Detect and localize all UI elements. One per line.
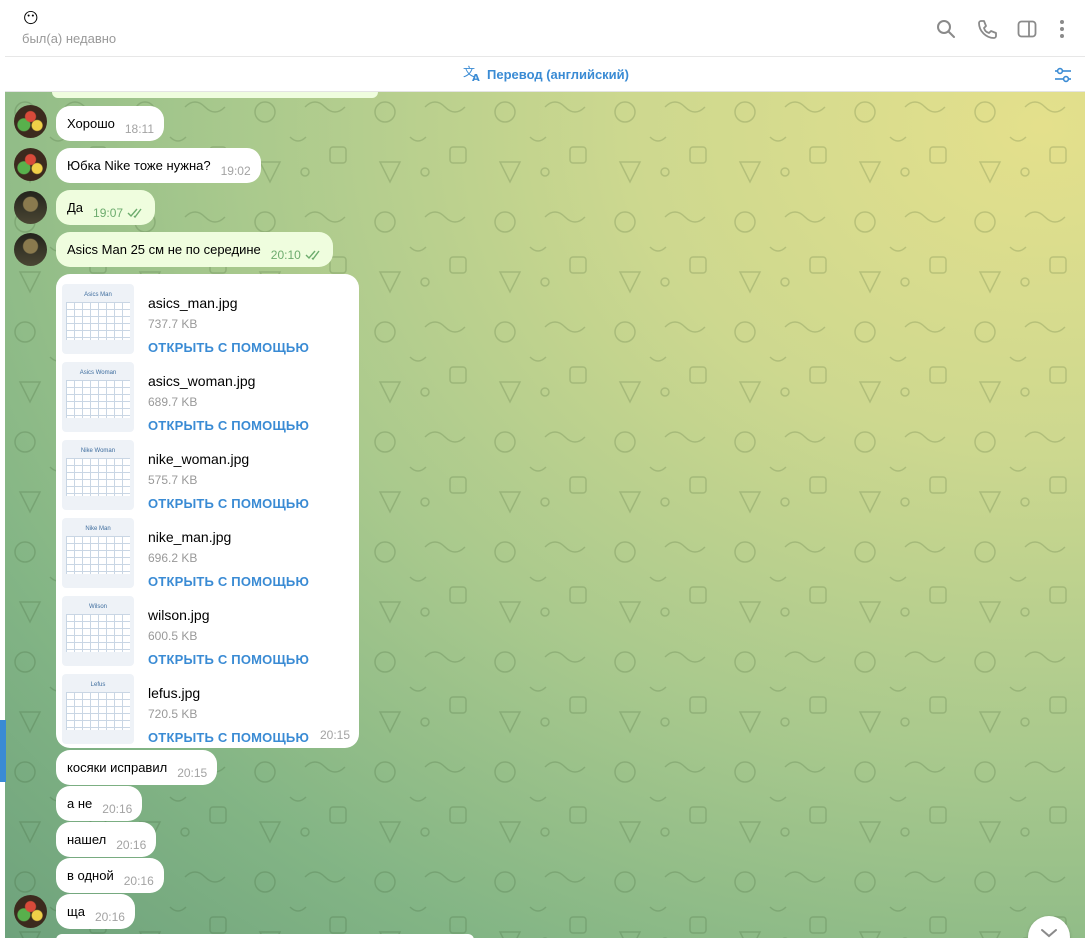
message-text: Да <box>67 200 84 215</box>
file-attachment[interactable]: Nike Woman nike_woman.jpg 575.7 KB ОТКРЫ… <box>62 440 352 511</box>
message-bubble[interactable]: Хорошо 18:11 <box>56 106 165 141</box>
file-attachment[interactable]: Nike Man nike_man.jpg 696.2 KB ОТКРЫТЬ С… <box>62 518 352 589</box>
message-text: в одной <box>67 868 114 883</box>
file-name: lefus.jpg <box>148 685 201 701</box>
message-bubble-outgoing[interactable]: Да 19:07 <box>56 190 156 225</box>
message-bubble[interactable]: в одной 20:16 <box>56 858 164 893</box>
message-bubble[interactable]: ща 20:16 <box>56 894 135 929</box>
file-attachment[interactable]: Lefus lefus.jpg 720.5 KB ОТКРЫТЬ С ПОМОЩ… <box>62 674 352 745</box>
file-thumbnail[interactable]: Wilson <box>62 596 134 666</box>
message-time: 20:16 <box>123 873 154 888</box>
file-name: nike_man.jpg <box>148 529 232 545</box>
thumbnail-title: Lefus <box>90 682 106 688</box>
message-time: 18:11 <box>124 121 155 136</box>
file-attachment[interactable]: Asics Man asics_man.jpg 737.7 KB ОТКРЫТЬ… <box>62 284 352 355</box>
translate-icon: 文A <box>463 64 483 85</box>
more-icon[interactable] <box>1051 18 1073 40</box>
translate-settings-icon[interactable] <box>1053 65 1073 85</box>
file-name: wilson.jpg <box>148 607 210 623</box>
open-with-link[interactable]: ОТКРЫТЬ С ПОМОЩЬЮ <box>148 652 309 667</box>
file-size: 696.2 KB <box>148 551 198 565</box>
avatar[interactable] <box>14 191 47 224</box>
message-time: 19:02 <box>220 163 251 178</box>
file-size: 720.5 KB <box>148 707 198 721</box>
contact-status: был(а) недавно <box>22 31 117 46</box>
message-time: 20:10 <box>270 247 301 262</box>
message-bubble[interactable]: а не 20:16 <box>56 786 143 821</box>
avatar[interactable] <box>14 148 47 181</box>
translate-button[interactable]: 文A Перевод (английский) <box>463 64 629 85</box>
avatar[interactable] <box>14 895 47 928</box>
translate-label: Перевод (английский) <box>487 66 629 82</box>
partial-message-top <box>52 92 378 98</box>
double-check-icon <box>305 250 320 260</box>
file-thumbnail[interactable]: Asics Man <box>62 284 134 354</box>
file-size: 575.7 KB <box>148 473 198 487</box>
partial-message-bottom <box>56 934 474 938</box>
open-with-link[interactable]: ОТКРЫТЬ С ПОМОЩЬЮ <box>148 496 309 511</box>
message-text: Хорошо <box>67 116 115 131</box>
file-thumbnail[interactable]: Nike Woman <box>62 440 134 510</box>
chat-header: 😶 был(а) недавно <box>5 0 1085 57</box>
thumbnail-title: Asics Woman <box>79 370 117 376</box>
file-name: nike_woman.jpg <box>148 451 250 467</box>
message-bubble[interactable]: нашел 20:16 <box>56 822 157 857</box>
message-text: ща <box>67 904 85 919</box>
message-text: а не <box>67 796 93 811</box>
svg-text:A: A <box>472 73 480 82</box>
file-name: asics_woman.jpg <box>148 373 256 389</box>
message-text: косяки исправил <box>67 760 168 775</box>
open-with-link[interactable]: ОТКРЫТЬ С ПОМОЩЬЮ <box>148 574 309 589</box>
file-attachment[interactable]: Asics Woman asics_woman.jpg 689.7 KB ОТК… <box>62 362 352 433</box>
message-time: 19:07 <box>93 205 124 220</box>
search-icon[interactable] <box>935 18 957 40</box>
file-size: 689.7 KB <box>148 395 198 409</box>
thumbnail-title: Wilson <box>88 604 107 610</box>
file-attachment[interactable]: Wilson wilson.jpg 600.5 KB ОТКРЫТЬ С ПОМ… <box>62 596 352 667</box>
message-text: Asics Man 25 см не по середине <box>67 242 261 257</box>
thumbnail-title: Asics Man <box>84 292 112 298</box>
message-bubble-outgoing[interactable]: Asics Man 25 см не по середине 20:10 <box>56 232 333 267</box>
double-check-icon <box>127 208 142 218</box>
file-thumbnail[interactable]: Lefus <box>62 674 134 744</box>
file-thumbnail[interactable]: Asics Woman <box>62 362 134 432</box>
open-with-link[interactable]: ОТКРЫТЬ С ПОМОЩЬЮ <box>148 418 309 433</box>
sidebar-icon[interactable] <box>1016 18 1038 40</box>
file-name: asics_man.jpg <box>148 295 238 311</box>
message-time: 20:15 <box>319 728 350 742</box>
translate-bar: 文A Перевод (английский) <box>5 57 1085 92</box>
message-bubble[interactable]: косяки исправил 20:15 <box>56 750 218 785</box>
file-thumbnail[interactable]: Nike Man <box>62 518 134 588</box>
file-size: 600.5 KB <box>148 629 198 643</box>
message-text: Юбка Nike тоже нужна? <box>67 158 211 173</box>
file-group-message: Asics Man asics_man.jpg 737.7 KB ОТКРЫТЬ… <box>56 274 359 748</box>
phone-icon[interactable] <box>976 18 998 40</box>
chevron-down-icon <box>1041 929 1057 938</box>
left-accent-bar <box>0 720 6 782</box>
message-bubble[interactable]: Юбка Nike тоже нужна? 19:02 <box>56 148 261 183</box>
message-text: нашел <box>67 832 107 847</box>
open-with-link[interactable]: ОТКРЫТЬ С ПОМОЩЬЮ <box>148 340 309 355</box>
message-time: 20:16 <box>102 801 133 816</box>
avatar[interactable] <box>14 233 47 266</box>
message-time: 20:16 <box>94 909 125 924</box>
open-with-link[interactable]: ОТКРЫТЬ С ПОМОЩЬЮ <box>148 730 309 745</box>
contact-name-emoji[interactable]: 😶 <box>23 10 39 28</box>
file-size: 737.7 KB <box>148 317 198 331</box>
thumbnail-title: Nike Man <box>85 526 111 532</box>
message-time: 20:15 <box>177 765 208 780</box>
thumbnail-title: Nike Woman <box>80 448 116 454</box>
message-time: 20:16 <box>116 837 147 852</box>
avatar[interactable] <box>14 105 47 138</box>
scroll-down-button[interactable] <box>1028 916 1070 938</box>
